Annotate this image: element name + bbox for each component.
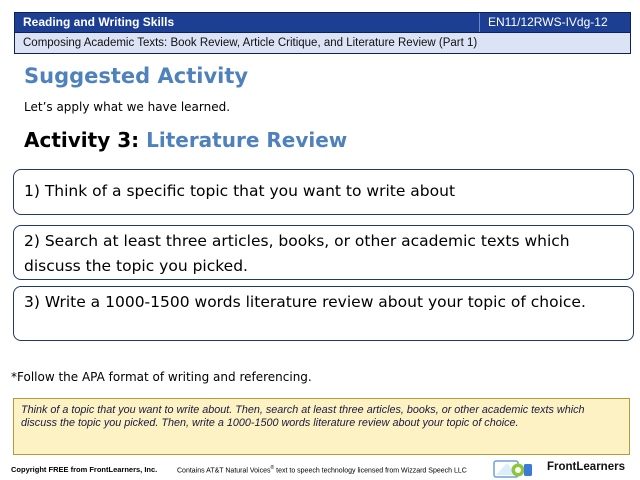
- step-box-1: 1) Think of a specific topic that you wa…: [13, 169, 634, 215]
- intro-text: Let’s apply what we have learned.: [24, 100, 231, 114]
- voices-credit-text-rest: text to speech technology licensed from …: [274, 467, 467, 475]
- subject-title: Reading and Writing Skills: [23, 15, 175, 29]
- voices-credit-text: Contains AT&T Natural Voices: [177, 467, 271, 475]
- step-box-3: 3) Write a 1000-1500 words literature re…: [13, 286, 634, 341]
- activity-prefix: Activity 3:: [24, 128, 147, 152]
- lesson-title: Composing Academic Texts: Book Review, A…: [14, 33, 631, 54]
- narration-box: Think of a topic that you want to write …: [13, 398, 630, 455]
- voices-credit: Contains AT&T Natural Voices® text to sp…: [177, 465, 467, 474]
- activity-heading: Activity 3: Literature Review: [24, 128, 347, 152]
- frontlearners-logo: FrontLearners: [493, 458, 633, 478]
- copyright-text: Copyright FREE from FrontLearners, Inc.: [11, 465, 158, 474]
- activity-name: Literature Review: [146, 128, 348, 152]
- step-box-2: 2) Search at least three articles, books…: [13, 225, 634, 280]
- section-title: Suggested Activity: [24, 64, 249, 88]
- brand-name: FrontLearners: [547, 461, 625, 473]
- competency-code: EN11/12RWS-IVdg-12: [479, 13, 630, 32]
- header-bar: Reading and Writing Skills EN11/12RWS-IV…: [14, 12, 631, 33]
- frontlearners-logo-icon: [493, 460, 532, 478]
- apa-note: *Follow the APA format of writing and re…: [11, 370, 312, 384]
